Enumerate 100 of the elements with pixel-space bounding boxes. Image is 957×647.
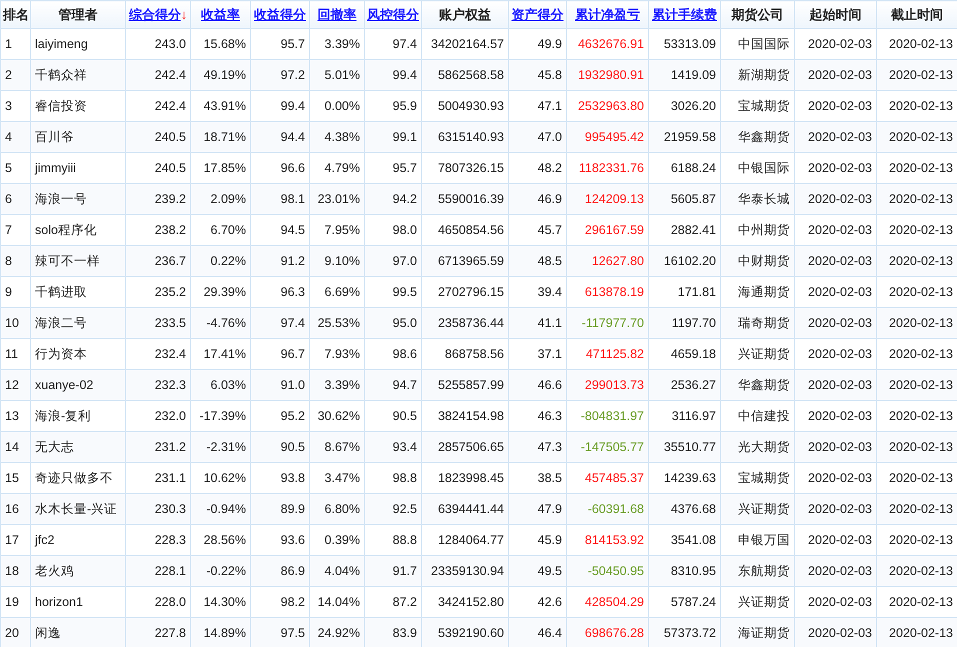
equity-cell: 2358736.44 bbox=[422, 308, 508, 338]
net-pnl-cell: 995495.42 bbox=[566, 122, 648, 152]
drawdown-cell: 23.01% bbox=[310, 184, 364, 214]
sort-link[interactable]: 累计手续费 bbox=[652, 6, 717, 22]
sort-link[interactable]: 收益得分 bbox=[254, 6, 306, 22]
score-cell: 227.8 bbox=[126, 618, 190, 647]
end-date-cell: 2020-02-13 bbox=[876, 122, 957, 152]
rank-cell: 16 bbox=[0, 494, 30, 524]
broker-cell: 华泰长城 bbox=[720, 184, 794, 214]
score-cell: 228.1 bbox=[126, 556, 190, 586]
score-cell: 236.7 bbox=[126, 246, 190, 276]
drawdown-cell: 24.92% bbox=[310, 618, 364, 647]
return-cell: -4.76% bbox=[190, 308, 250, 338]
broker-cell: 华鑫期货 bbox=[720, 122, 794, 152]
score-cell: 232.3 bbox=[126, 370, 190, 400]
drawdown-cell: 9.10% bbox=[310, 246, 364, 276]
sort-link[interactable]: 风控得分 bbox=[367, 6, 419, 22]
risk-score-cell: 97.0 bbox=[364, 246, 422, 276]
manager-cell: 老火鸡 bbox=[30, 556, 126, 586]
net-pnl-cell: 124209.13 bbox=[566, 184, 648, 214]
broker-cell: 东航期货 bbox=[720, 556, 794, 586]
fee-cell: 8310.95 bbox=[648, 556, 720, 586]
sort-link[interactable]: 累计净盈亏 bbox=[575, 6, 640, 22]
asset-score-cell: 41.1 bbox=[508, 308, 566, 338]
manager-cell: 闲逸 bbox=[30, 618, 126, 647]
risk-score-cell: 99.4 bbox=[364, 60, 422, 90]
drawdown-cell: 8.67% bbox=[310, 432, 364, 462]
return-cell: 6.03% bbox=[190, 370, 250, 400]
drawdown-cell: 5.01% bbox=[310, 60, 364, 90]
manager-cell: 辣可不一样 bbox=[30, 246, 126, 276]
asset-score-cell: 49.5 bbox=[508, 556, 566, 586]
manager-cell: 无大志 bbox=[30, 432, 126, 462]
drawdown-cell: 4.04% bbox=[310, 556, 364, 586]
fee-cell: 16102.20 bbox=[648, 246, 720, 276]
net-pnl-cell: 1932980.91 bbox=[566, 60, 648, 90]
start-date-cell: 2020-02-03 bbox=[794, 60, 876, 90]
broker-cell: 光大期货 bbox=[720, 432, 794, 462]
return-score-cell: 86.9 bbox=[250, 556, 310, 586]
end-date-cell: 2020-02-13 bbox=[876, 60, 957, 90]
column-label: 期货公司 bbox=[732, 6, 784, 22]
net-pnl-cell: 299013.73 bbox=[566, 370, 648, 400]
return-score-cell: 97.5 bbox=[250, 618, 310, 647]
manager-cell: 水木长量-兴证 bbox=[30, 494, 126, 524]
asset-score-cell: 46.4 bbox=[508, 618, 566, 647]
start-date-cell: 2020-02-03 bbox=[794, 308, 876, 338]
start-date-cell: 2020-02-03 bbox=[794, 556, 876, 586]
return-score-cell: 97.2 bbox=[250, 60, 310, 90]
end-date-cell: 2020-02-13 bbox=[876, 246, 957, 276]
fee-cell: 5605.87 bbox=[648, 184, 720, 214]
asset-score-cell: 47.9 bbox=[508, 494, 566, 524]
rank-cell: 10 bbox=[0, 308, 30, 338]
rank-cell: 2 bbox=[0, 60, 30, 90]
end-date-cell: 2020-02-13 bbox=[876, 432, 957, 462]
start-date-cell: 2020-02-03 bbox=[794, 246, 876, 276]
score-cell: 240.5 bbox=[126, 122, 190, 152]
net-pnl-cell: -50450.95 bbox=[566, 556, 648, 586]
return-score-cell: 97.4 bbox=[250, 308, 310, 338]
sort-arrow: ↓ bbox=[180, 6, 188, 22]
drawdown-cell: 25.53% bbox=[310, 308, 364, 338]
score-cell: 233.5 bbox=[126, 308, 190, 338]
asset-score-cell: 46.6 bbox=[508, 370, 566, 400]
equity-cell: 6315140.93 bbox=[422, 122, 508, 152]
risk-score-cell: 94.2 bbox=[364, 184, 422, 214]
sort-link[interactable]: 综合得分 bbox=[128, 6, 181, 22]
net-pnl-cell: -117977.70 bbox=[566, 308, 648, 338]
risk-score-cell: 83.9 bbox=[364, 618, 422, 647]
fee-cell: 35510.77 bbox=[648, 432, 720, 462]
risk-score-cell: 91.7 bbox=[364, 556, 422, 586]
risk-score-cell: 93.4 bbox=[364, 432, 422, 462]
asset-score-cell: 47.3 bbox=[508, 432, 566, 462]
fee-cell: 1197.70 bbox=[648, 308, 720, 338]
manager-cell: 百川爷 bbox=[30, 122, 126, 152]
return-score-cell: 89.9 bbox=[250, 494, 310, 524]
asset-score-cell: 45.8 bbox=[508, 60, 566, 90]
equity-cell: 5392190.60 bbox=[422, 618, 508, 647]
equity-cell: 2857506.65 bbox=[422, 432, 508, 462]
start-date-cell: 2020-02-03 bbox=[794, 432, 876, 462]
drawdown-cell: 6.80% bbox=[310, 494, 364, 524]
rank-cell: 6 bbox=[0, 184, 30, 214]
end-date-cell: 2020-02-13 bbox=[876, 494, 957, 524]
broker-cell: 中财期货 bbox=[720, 246, 794, 276]
risk-score-cell: 92.5 bbox=[364, 494, 422, 524]
start-date-cell: 2020-02-03 bbox=[794, 618, 876, 647]
column-label: 账户权益 bbox=[439, 6, 491, 22]
equity-cell: 5862568.58 bbox=[422, 60, 508, 90]
score-cell: 242.4 bbox=[126, 60, 190, 90]
return-score-cell: 91.0 bbox=[250, 370, 310, 400]
start-date-cell: 2020-02-03 bbox=[794, 370, 876, 400]
return-cell: -2.31% bbox=[190, 432, 250, 462]
column-label: 排名 bbox=[3, 6, 29, 22]
start-date-cell: 2020-02-03 bbox=[794, 184, 876, 214]
sort-link[interactable]: 资产得分 bbox=[512, 6, 564, 22]
drawdown-cell: 3.39% bbox=[310, 370, 364, 400]
score-cell: 239.2 bbox=[126, 184, 190, 214]
asset-score-cell: 47.0 bbox=[508, 122, 566, 152]
column-label: 管理者 bbox=[58, 6, 98, 22]
sort-link[interactable]: 回撤率 bbox=[318, 6, 356, 22]
manager-cell: 海浪二号 bbox=[30, 308, 126, 338]
sort-link[interactable]: 收益率 bbox=[201, 6, 240, 22]
asset-score-cell: 48.5 bbox=[508, 246, 566, 276]
